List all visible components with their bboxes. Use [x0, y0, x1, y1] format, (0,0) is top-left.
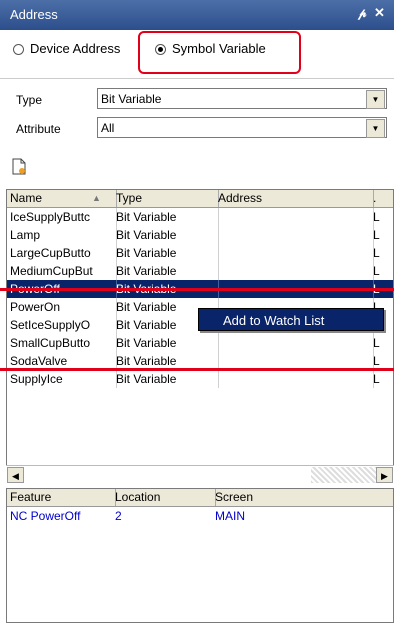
chevron-down-icon[interactable]: ▼	[366, 90, 385, 109]
cell-extra: L	[370, 208, 393, 226]
cell-screen: MAIN	[215, 509, 245, 523]
scroll-left-icon[interactable]: ◀	[7, 467, 24, 483]
column-header-type[interactable]: Type	[113, 190, 219, 207]
cell-name: IceSupplyButtc	[7, 208, 117, 226]
cell-extra: L	[370, 370, 393, 388]
horizontal-scrollbar[interactable]: ◀ ▶	[6, 465, 394, 484]
column-header-address[interactable]: Address	[215, 190, 374, 207]
cell-address	[215, 370, 374, 388]
add-to-watch-list-item[interactable]: Add to Watch List	[223, 313, 324, 328]
new-document-icon[interactable]	[12, 158, 26, 175]
cell-type: Bit Variable	[113, 334, 219, 352]
column-header-screen[interactable]: Screen	[212, 489, 393, 506]
scroll-right-icon[interactable]: ▶	[376, 467, 393, 483]
column-header-feature[interactable]: Feature	[7, 489, 116, 506]
context-menu: Add to Watch List	[198, 308, 384, 331]
cell-extra: L	[370, 334, 393, 352]
chevron-down-icon[interactable]: ▼	[366, 119, 385, 138]
cell-address	[215, 208, 374, 226]
usage-grid: Feature Location Screen NC PowerOff 2 MAIN	[6, 488, 394, 623]
attribute-select[interactable]: All ▼	[97, 117, 387, 138]
cell-name: SmallCupButto	[7, 334, 117, 352]
separator	[0, 78, 394, 79]
cell-name: MediumCupBut	[7, 262, 117, 280]
cell-type: Bit Variable	[113, 244, 219, 262]
panel-title-bar: Address 𝓅 ✕	[0, 0, 394, 30]
cell-location: 2	[115, 509, 122, 523]
cell-address	[215, 244, 374, 262]
scrollbar-track[interactable]	[311, 467, 376, 483]
cell-type: Bit Variable	[113, 208, 219, 226]
type-select[interactable]: Bit Variable ▼	[97, 88, 387, 109]
cell-name: SupplyIce	[7, 370, 117, 388]
pin-icon[interactable]: 𝓅	[358, 6, 367, 21]
cell-feature: NC PowerOff	[10, 509, 81, 523]
close-icon[interactable]: ✕	[374, 5, 385, 21]
table-row[interactable]: SupplyIce Bit Variable L	[7, 370, 393, 388]
panel-title: Address	[10, 7, 58, 22]
grid-header: Name ▲ Type Address .	[7, 190, 393, 208]
cell-name: PowerOn	[7, 298, 117, 316]
cell-address	[215, 226, 374, 244]
cell-extra: L	[370, 262, 393, 280]
cell-type: Bit Variable	[113, 226, 219, 244]
cell-name: Lamp	[7, 226, 117, 244]
table-row[interactable]: SmallCupButto Bit Variable L	[7, 334, 393, 352]
annotation-line-top	[0, 288, 394, 291]
symbol-variable-radio[interactable]	[155, 44, 166, 55]
table-row[interactable]: IceSupplyButtc Bit Variable L	[7, 208, 393, 226]
device-address-radio[interactable]	[13, 44, 24, 55]
column-header-location[interactable]: Location	[112, 489, 216, 506]
type-label: Type	[16, 93, 43, 107]
device-address-label[interactable]: Device Address	[30, 41, 120, 56]
usage-row[interactable]: NC PowerOff 2 MAIN	[7, 507, 393, 525]
variables-grid: Name ▲ Type Address . IceSupplyButtc Bit …	[6, 189, 394, 484]
cell-extra: L	[370, 226, 393, 244]
attribute-select-value: All	[101, 121, 115, 135]
cell-type: Bit Variable	[113, 370, 219, 388]
cell-address	[215, 262, 374, 280]
cell-name: SetIceSupplyO	[7, 316, 117, 334]
table-row[interactable]: Lamp Bit Variable L	[7, 226, 393, 244]
annotation-line-bottom	[0, 368, 394, 371]
attribute-label: Attribute	[16, 122, 61, 136]
cell-extra: L	[370, 244, 393, 262]
cell-name: LargeCupButto	[7, 244, 117, 262]
sort-up-icon: ▲	[92, 193, 101, 203]
cell-address	[215, 334, 374, 352]
column-header-extra[interactable]: .	[370, 190, 393, 207]
usage-header: Feature Location Screen	[7, 489, 393, 507]
cell-type: Bit Variable	[113, 262, 219, 280]
type-select-value: Bit Variable	[101, 92, 162, 106]
table-row[interactable]: MediumCupBut Bit Variable L	[7, 262, 393, 280]
column-header-name[interactable]: Name ▲	[7, 190, 117, 207]
table-row[interactable]: LargeCupButto Bit Variable L	[7, 244, 393, 262]
symbol-variable-label[interactable]: Symbol Variable	[172, 41, 266, 56]
